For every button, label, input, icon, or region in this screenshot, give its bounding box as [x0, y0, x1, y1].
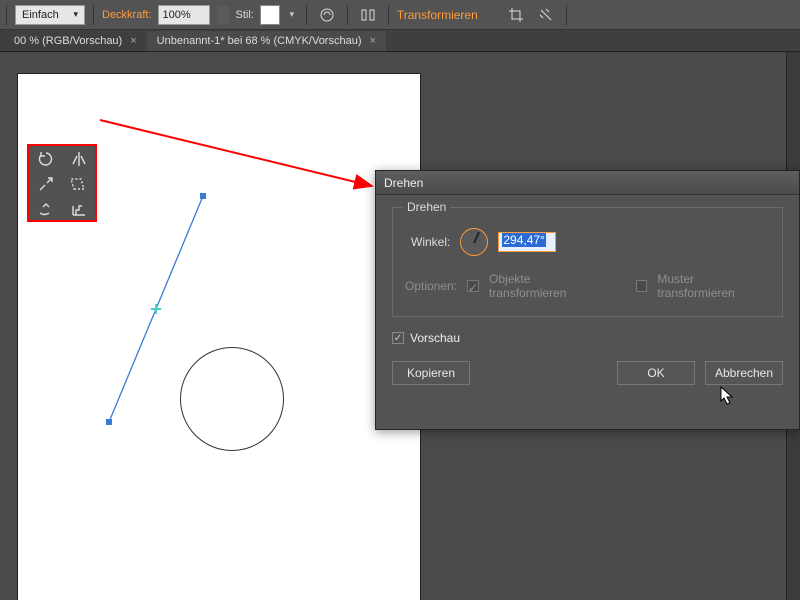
crop-icon[interactable] [504, 3, 528, 27]
angle-input[interactable]: 294,47° [498, 232, 556, 252]
toolbar-separator [566, 5, 567, 25]
rotate-fieldset: Drehen Winkel: 294,47° Optionen: ✓ Objek… [392, 207, 783, 317]
shear-tool[interactable] [62, 171, 95, 196]
checkbox-disabled [636, 280, 648, 292]
stroke-style-value: Einfach [22, 9, 59, 21]
cancel-button[interactable]: Abbrechen [705, 361, 783, 385]
isolate-icon[interactable] [534, 3, 558, 27]
document-tab[interactable]: Unbenannt-1* bei 68 % (CMYK/Vorschau) × [147, 31, 386, 51]
toolbar-separator [306, 5, 307, 25]
toolbar-separator [388, 5, 389, 25]
checkbox-disabled: ✓ [467, 280, 479, 292]
option-transform-objects: Objekte transformieren [489, 272, 606, 300]
copy-button[interactable]: Kopieren [392, 361, 470, 385]
ok-button[interactable]: OK [617, 361, 695, 385]
app-toolbar: Einfach ▾ Deckkraft: 100% Stil: ▾ Transf… [0, 0, 800, 30]
document-tabbar: 00 % (RGB/Vorschau) × Unbenannt-1* bei 6… [0, 30, 800, 52]
tab-label: Unbenannt-1* bei 68 % (CMYK/Vorschau) [157, 35, 362, 47]
dialog-titlebar[interactable]: Drehen [376, 171, 799, 195]
close-icon[interactable]: × [370, 35, 376, 47]
reflect-tool[interactable] [62, 146, 95, 171]
toolbar-separator [93, 5, 94, 25]
anchor-handle[interactable] [200, 193, 206, 199]
preview-checkbox[interactable]: ✓ [392, 332, 404, 344]
anchor-handle[interactable] [106, 419, 112, 425]
rotation-center[interactable] [151, 304, 161, 314]
style-swatch[interactable] [260, 5, 280, 25]
align-icon[interactable] [356, 3, 380, 27]
stroke-style-select[interactable]: Einfach ▾ [15, 5, 85, 25]
opacity-input[interactable]: 100% [158, 5, 210, 25]
angle-dial[interactable] [460, 228, 488, 256]
opacity-label: Deckkraft: [102, 9, 152, 21]
options-label: Optionen: [405, 279, 457, 293]
option-transform-patterns: Muster transformieren [657, 272, 770, 300]
tab-label: 00 % (RGB/Vorschau) [14, 35, 122, 47]
rotate-dialog: Drehen Drehen Winkel: 294,47° Optionen: … [375, 170, 800, 430]
scale-tool[interactable] [29, 171, 62, 196]
chevron-down-icon: ▾ [73, 9, 78, 20]
reshape-tool[interactable] [29, 196, 62, 221]
opacity-value: 100% [163, 9, 191, 21]
fieldset-legend: Drehen [403, 200, 450, 214]
opacity-stepper[interactable] [216, 5, 230, 25]
transform-menu[interactable]: Transformieren [397, 8, 478, 22]
angle-label: Winkel: [411, 235, 450, 249]
style-swatch-dropdown[interactable]: ▾ [286, 5, 298, 25]
rotate-tool[interactable] [29, 146, 62, 171]
transform-tool-panel [27, 144, 97, 222]
free-transform-tool[interactable] [62, 196, 95, 221]
recolor-icon[interactable] [315, 3, 339, 27]
document-tab[interactable]: 00 % (RGB/Vorschau) × [4, 31, 147, 51]
style-label: Stil: [236, 9, 254, 21]
close-icon[interactable]: × [130, 35, 136, 47]
toolbar-separator [6, 5, 7, 25]
preview-label: Vorschau [410, 331, 460, 345]
circle-shape[interactable] [180, 347, 284, 451]
angle-value: 294,47° [502, 233, 546, 247]
toolbar-separator [347, 5, 348, 25]
dialog-title: Drehen [384, 176, 423, 190]
